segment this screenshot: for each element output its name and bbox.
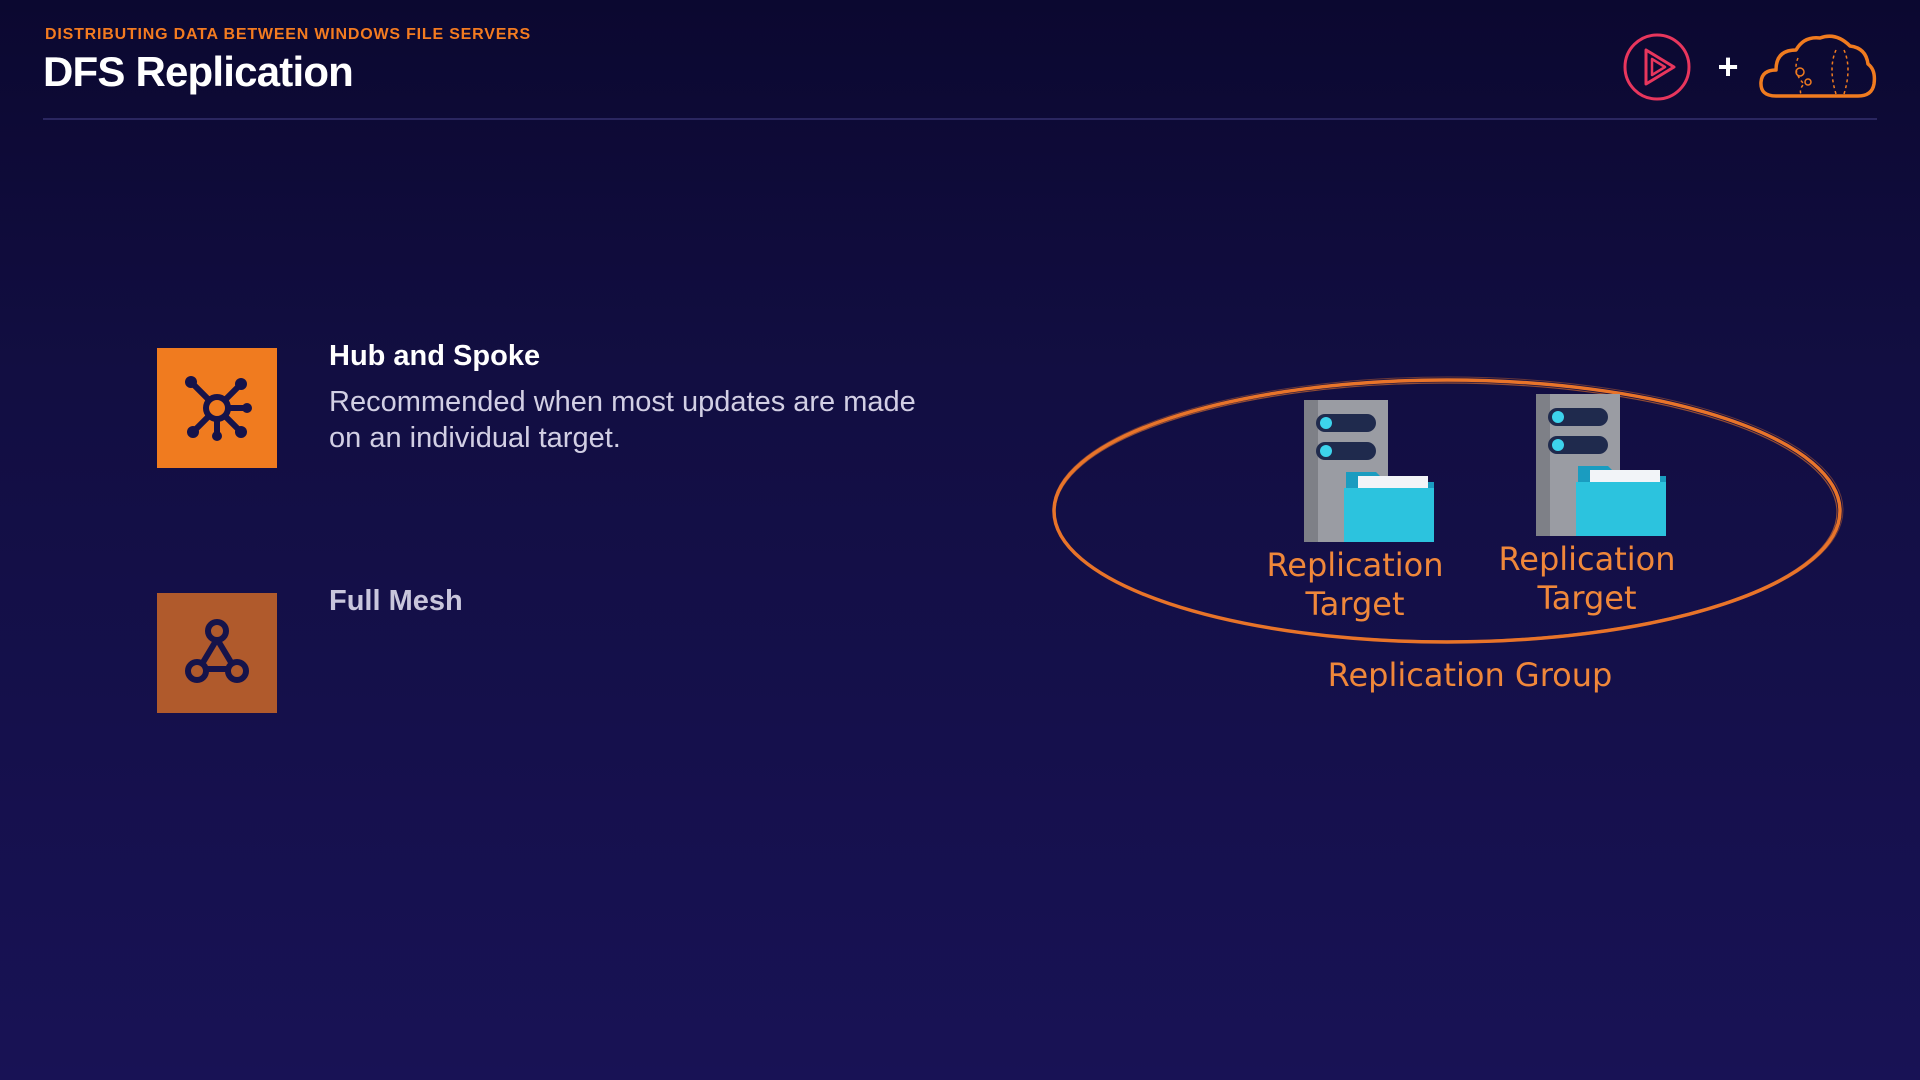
hub-spoke-tile [157,348,277,468]
server-folder-icon [1536,394,1666,536]
full-mesh-title: Full Mesh [329,585,463,617]
replication-target-label: Replication Target [1266,546,1444,623]
replication-group-diagram: Replication Target Replication Target Re… [1050,370,1850,710]
plus-icon: + [1717,46,1739,87]
play-logo-icon [1623,33,1691,101]
replication-group-label: Replication Group [1327,656,1613,694]
hub-spoke-title: Hub and Spoke [329,340,541,372]
header-kicker: DISTRIBUTING DATA BETWEEN WINDOWS FILE S… [45,26,531,43]
replication-target-label: Replication Target [1498,540,1676,617]
server-folder-icon [1304,400,1434,542]
hub-spoke-description: Recommended when most updates are made o… [329,386,916,454]
header-divider [43,118,1877,120]
page-title: DFS Replication [43,48,354,95]
hub-spoke-icon [185,376,252,441]
cloud-logo-icon [1759,34,1877,98]
mesh-triangle-icon [185,619,249,683]
full-mesh-tile [157,593,277,713]
